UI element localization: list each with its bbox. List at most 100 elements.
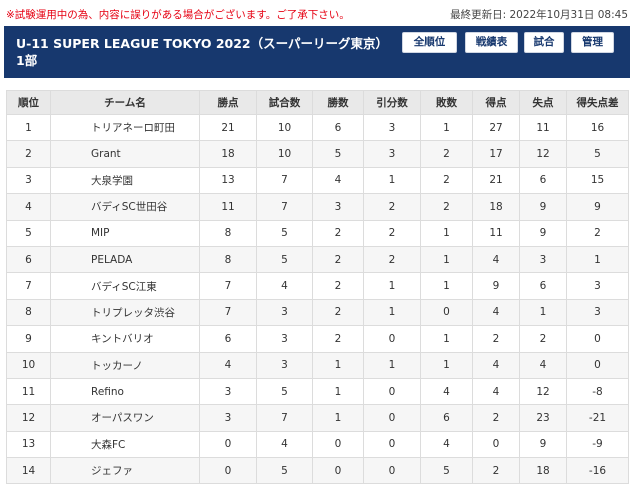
all-rankings-button[interactable]: 全順位	[402, 32, 457, 53]
cell-draws: 0	[363, 457, 421, 485]
cell-points: 3	[199, 377, 257, 406]
cell-goals-against: 23	[519, 404, 567, 432]
cell-played: 5	[256, 245, 313, 274]
cell-goal-diff: 15	[566, 166, 629, 195]
cell-points: 21	[199, 113, 257, 142]
cell-points: 18	[199, 140, 257, 168]
cell-goal-diff: 5	[566, 140, 629, 168]
cell-wins: 1	[312, 351, 364, 379]
cell-points: 3	[199, 404, 257, 432]
cell-goals-against: 6	[519, 272, 567, 300]
cell-team: 大泉学園	[50, 166, 200, 195]
cell-team: 大森FC	[50, 430, 200, 459]
cell-goals-against: 9	[519, 193, 567, 221]
cell-points: 6	[199, 325, 257, 353]
table-row: 5 MIP 8 5 2 2 1 11 9 2	[6, 219, 629, 247]
cell-played: 7	[256, 166, 313, 195]
cell-played: 10	[256, 113, 313, 142]
cell-rank: 4	[6, 193, 51, 221]
header-played: 試合数	[256, 90, 313, 115]
cell-goal-diff: 2	[566, 219, 629, 247]
cell-goals-against: 9	[519, 219, 567, 247]
cell-goal-diff: -21	[566, 404, 629, 432]
cell-goals-for: 4	[472, 377, 520, 406]
header-goal-diff: 得失点差	[566, 90, 629, 115]
cell-goal-diff: 9	[566, 193, 629, 221]
cell-points: 11	[199, 193, 257, 221]
cell-goals-for: 2	[472, 404, 520, 432]
cell-played: 4	[256, 272, 313, 300]
cell-played: 3	[256, 298, 313, 327]
table-row: 12 オーパスワン 3 7 1 0 6 2 23 -21	[6, 404, 629, 432]
cell-points: 0	[199, 430, 257, 459]
cell-losses: 2	[420, 193, 473, 221]
cell-wins: 6	[312, 113, 364, 142]
cell-rank: 1	[6, 113, 51, 142]
cell-losses: 5	[420, 457, 473, 485]
cell-team: トッカーノ	[50, 351, 200, 379]
cell-points: 13	[199, 166, 257, 195]
cell-goals-against: 1	[519, 298, 567, 327]
cell-team: Refino	[50, 377, 200, 406]
cell-goals-against: 6	[519, 166, 567, 195]
cell-goal-diff: 16	[566, 113, 629, 142]
cell-points: 7	[199, 272, 257, 300]
table-row: 3 大泉学園 13 7 4 1 2 21 6 15	[6, 166, 629, 195]
header-losses: 敗数	[420, 90, 473, 115]
cell-played: 5	[256, 457, 313, 485]
cell-played: 4	[256, 430, 313, 459]
table-header-row: 順位 チーム名 勝点 試合数 勝数 引分数 敗数 得点 失点 得失点差	[6, 90, 629, 115]
cell-wins: 2	[312, 245, 364, 274]
cell-team: トリプレッタ渋谷	[50, 298, 200, 327]
cell-draws: 2	[363, 193, 421, 221]
cell-rank: 5	[6, 219, 51, 247]
cell-goals-against: 9	[519, 430, 567, 459]
cell-wins: 2	[312, 219, 364, 247]
cell-losses: 2	[420, 140, 473, 168]
cell-draws: 0	[363, 325, 421, 353]
cell-goals-for: 4	[472, 351, 520, 379]
cell-team: バディSC江東	[50, 272, 200, 300]
cell-goals-for: 4	[472, 298, 520, 327]
cell-rank: 10	[6, 351, 51, 379]
cell-draws: 0	[363, 430, 421, 459]
admin-button[interactable]: 管理	[571, 32, 614, 53]
table-row: 14 ジェファ 0 5 0 0 5 2 18 -16	[6, 457, 629, 485]
cell-goals-for: 21	[472, 166, 520, 195]
matches-button[interactable]: 試合	[524, 32, 564, 53]
cell-draws: 2	[363, 245, 421, 274]
cell-goal-diff: 0	[566, 351, 629, 379]
table-row: 2 Grant 18 10 5 3 2 17 12 5	[6, 140, 629, 168]
cell-points: 4	[199, 351, 257, 379]
cell-losses: 6	[420, 404, 473, 432]
cell-goals-against: 3	[519, 245, 567, 274]
cell-goal-diff: 3	[566, 272, 629, 300]
cell-goals-for: 2	[472, 325, 520, 353]
table-row: 4 バディSC世田谷 11 7 3 2 2 18 9 9	[6, 193, 629, 221]
cell-played: 10	[256, 140, 313, 168]
last-updated: 最終更新日: 2022年10月31日 08:45	[450, 9, 628, 21]
cell-goal-diff: 0	[566, 325, 629, 353]
top-bar: ※試験運用中の為、内容に誤りがある場合がございます。ご了承下さい。 最終更新日:…	[0, 0, 634, 26]
cell-played: 7	[256, 404, 313, 432]
table-row: 6 PELADA 8 5 2 2 1 4 3 1	[6, 245, 629, 274]
cell-points: 8	[199, 245, 257, 274]
cell-team: ジェファ	[50, 457, 200, 485]
cell-losses: 1	[420, 272, 473, 300]
cell-team: オーパスワン	[50, 404, 200, 432]
cell-draws: 0	[363, 404, 421, 432]
header-draws: 引分数	[363, 90, 421, 115]
cell-goals-for: 9	[472, 272, 520, 300]
header-team: チーム名	[50, 90, 200, 115]
cell-rank: 12	[6, 404, 51, 432]
cell-wins: 2	[312, 325, 364, 353]
table-row: 1 トリアネーロ町田 21 10 6 3 1 27 11 16	[6, 113, 629, 142]
cell-played: 5	[256, 219, 313, 247]
cell-wins: 3	[312, 193, 364, 221]
cell-goals-for: 17	[472, 140, 520, 168]
cell-goal-diff: -16	[566, 457, 629, 485]
cell-goal-diff: 3	[566, 298, 629, 327]
header-rank: 順位	[6, 90, 51, 115]
cell-team: Grant	[50, 140, 200, 168]
results-table-button[interactable]: 戦績表	[465, 32, 518, 53]
